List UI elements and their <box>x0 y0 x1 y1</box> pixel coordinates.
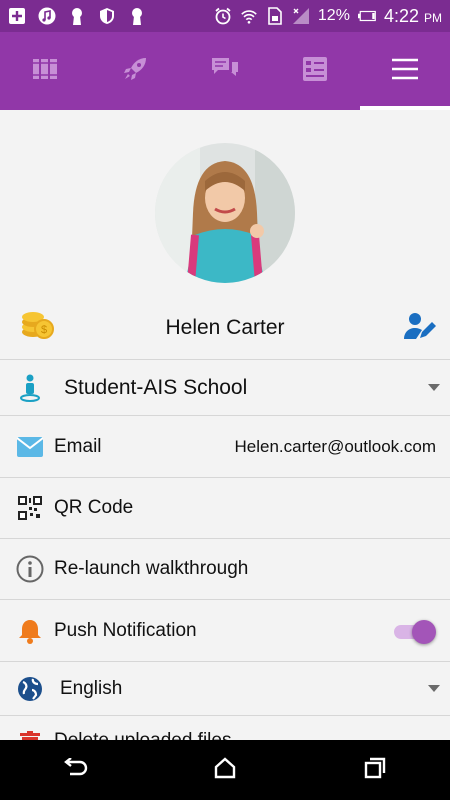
person-location-icon <box>16 374 44 402</box>
push-notification-label: Push Notification <box>54 619 197 641</box>
globe-icon <box>16 675 44 703</box>
clock-ampm: PM <box>424 10 442 25</box>
info-icon <box>16 555 44 583</box>
walkthrough-label: Re-launch walkthrough <box>54 558 249 579</box>
recents-button[interactable] <box>355 750 395 790</box>
walkthrough-row[interactable]: Re-launch walkthrough <box>0 538 450 599</box>
chevron-down-icon <box>428 685 440 692</box>
status-bar: 12% 4:22 PM <box>0 0 450 32</box>
music-icon <box>38 7 56 25</box>
qr-code-row[interactable]: QR Code <box>0 477 450 538</box>
tab-chat[interactable] <box>180 32 270 110</box>
keyhole-icon <box>68 7 86 25</box>
tab-books[interactable] <box>0 32 90 110</box>
bell-icon <box>16 617 44 645</box>
profile-row: $ Helen Carter <box>0 297 450 359</box>
back-icon <box>62 756 88 783</box>
tab-rocket[interactable] <box>90 32 180 110</box>
push-notification-toggle[interactable] <box>394 619 436 644</box>
language-label: English <box>60 677 123 699</box>
chat-icon <box>211 56 239 87</box>
trash-icon <box>16 730 44 740</box>
email-value: Helen.carter@outlook.com <box>234 436 436 456</box>
role-label: Student-AIS School <box>64 375 248 399</box>
battery-percent: 12% <box>317 7 350 24</box>
clock: 4:22 PM <box>384 6 442 27</box>
avatar[interactable] <box>155 143 295 283</box>
back-button[interactable] <box>55 750 95 790</box>
system-nav-bar <box>0 740 450 800</box>
delete-files-label: Delete uploaded files <box>54 730 231 740</box>
role-select[interactable]: Student-AIS School <box>0 359 450 415</box>
qr-code-icon <box>16 494 44 522</box>
qr-code-label: QR Code <box>54 497 134 518</box>
battery-icon <box>357 7 376 25</box>
clock-time: 4:22 <box>383 5 419 26</box>
alarm-icon <box>214 7 232 25</box>
keyhole-icon-2 <box>128 7 146 25</box>
delete-files-row[interactable]: Delete uploaded files <box>0 715 450 740</box>
toggle-knob <box>412 619 436 644</box>
email-label: Email <box>54 435 102 457</box>
tab-id-card[interactable] <box>270 32 360 110</box>
signal-icon <box>292 7 310 25</box>
settings-panel: $ Helen Carter Student-AIS School Email … <box>0 110 450 740</box>
id-card-icon <box>302 56 328 87</box>
email-row[interactable]: Email Helen.carter@outlook.com <box>0 415 450 477</box>
books-icon <box>32 57 58 86</box>
envelope-icon <box>16 433 44 461</box>
language-select[interactable]: English <box>0 661 450 715</box>
top-nav <box>0 32 450 110</box>
chevron-down-icon <box>428 384 440 391</box>
add-icon <box>8 7 26 25</box>
home-icon <box>214 756 236 784</box>
push-notification-row: Push Notification <box>0 599 450 661</box>
shield-icon <box>98 7 116 25</box>
recents-icon <box>364 757 386 784</box>
hamburger-menu-icon <box>391 58 419 85</box>
profile-name: Helen Carter <box>165 316 285 339</box>
home-button[interactable] <box>205 750 245 790</box>
sim-icon <box>266 7 284 25</box>
wifi-icon <box>240 7 258 25</box>
rocket-icon <box>122 56 148 87</box>
edit-profile-icon[interactable] <box>404 312 436 345</box>
tab-menu[interactable] <box>360 32 450 110</box>
